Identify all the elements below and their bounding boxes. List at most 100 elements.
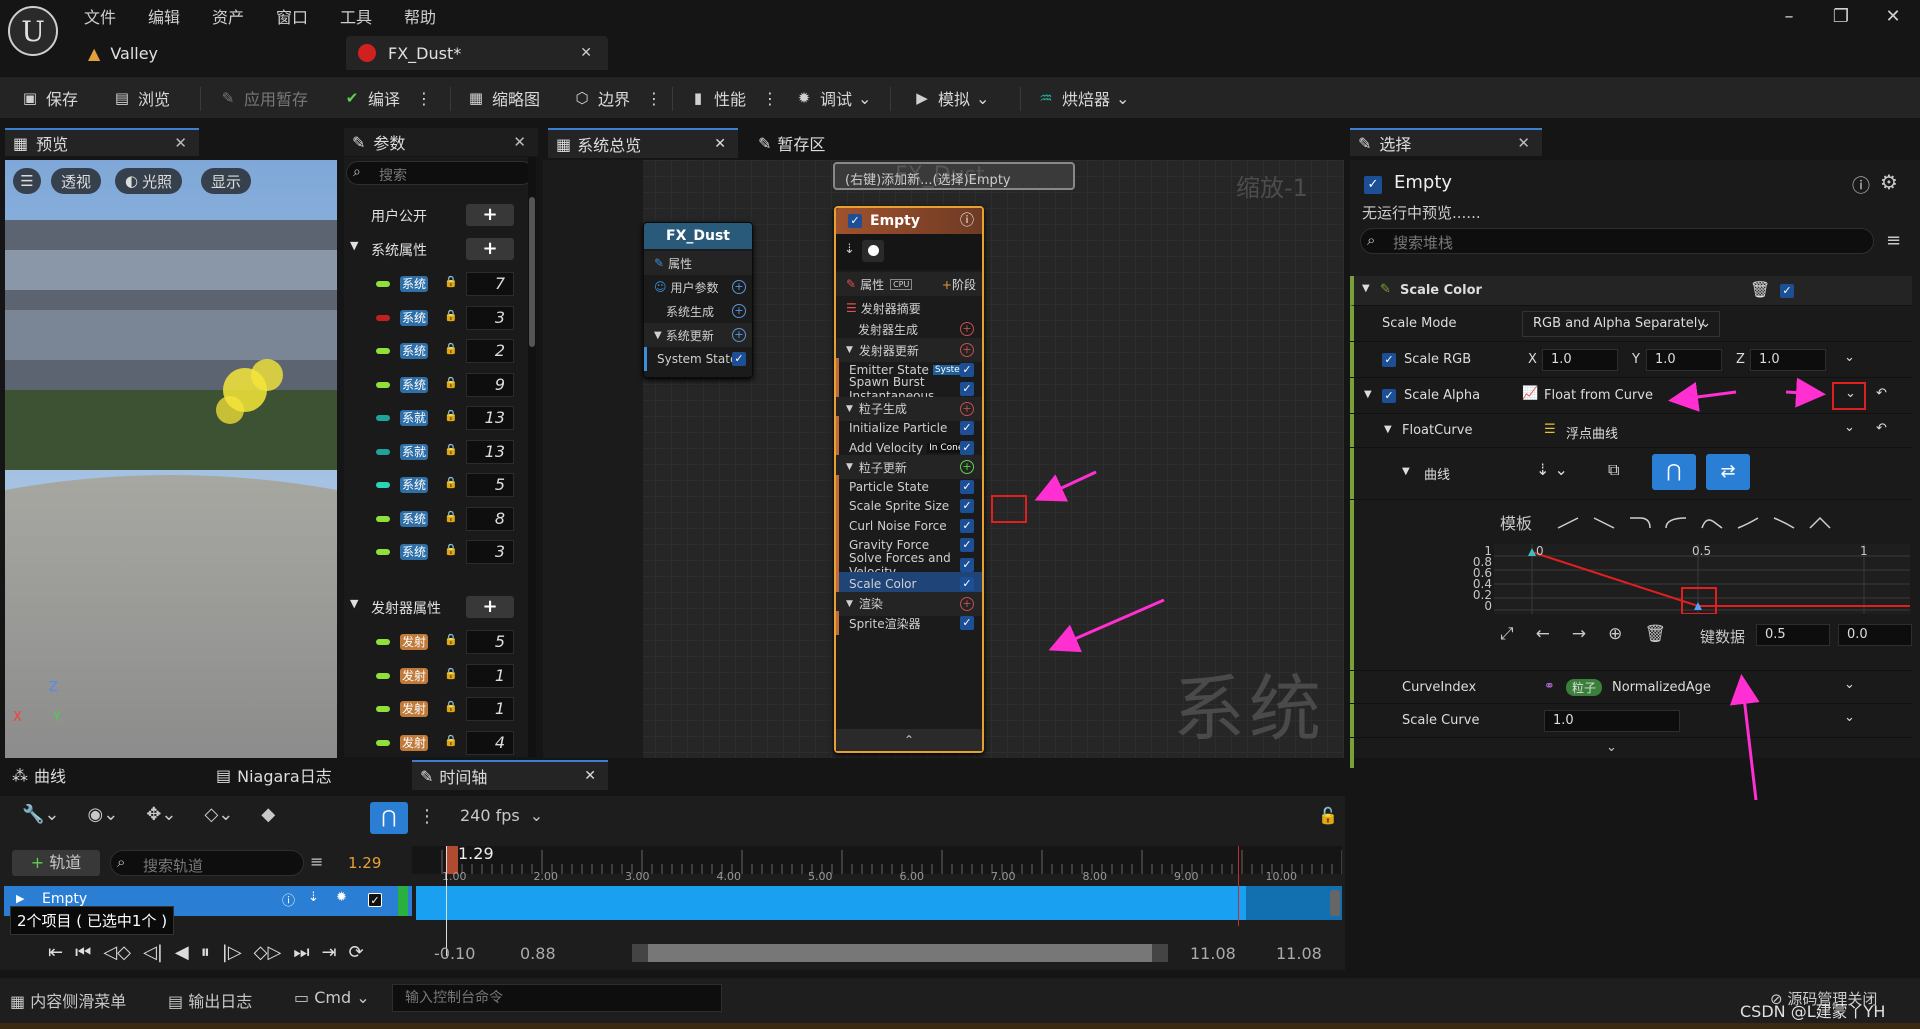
curve-index-value[interactable]: NormalizedAge — [1612, 680, 1711, 695]
debug-button[interactable]: ✹ 调试 ⌄ — [794, 85, 872, 111]
add-emitter-param-button[interactable]: + — [466, 596, 514, 618]
tab-timeline[interactable]: ✎ 时间轴 ✕ — [412, 760, 608, 790]
system-param-row[interactable]: 系统 🔒 8 — [344, 504, 536, 534]
baker-button[interactable]: ♒ 烘焙器 ⌄ — [1036, 85, 1129, 111]
add-module-icon[interactable]: + — [960, 343, 974, 357]
param-value[interactable]: 1 — [466, 663, 514, 688]
reverse-play-icon[interactable]: ◀ — [175, 942, 189, 963]
close-window-icon[interactable]: ✕ — [1878, 6, 1908, 27]
preview-tab[interactable]: ▦ 预览 ✕ — [5, 128, 199, 156]
bounds-button[interactable]: ⬡ 边界 ⋮ — [572, 85, 662, 111]
param-value[interactable]: 13 — [466, 406, 514, 430]
system-param-row[interactable]: 系统 🔒 3 — [344, 303, 536, 333]
pause-icon[interactable]: ⏸ — [201, 942, 210, 963]
range-end[interactable]: 11.08 — [1190, 944, 1236, 963]
system-state-row[interactable]: System State ✓ — [644, 347, 752, 371]
next-frame-icon[interactable]: ⏭ — [293, 942, 309, 963]
close-tab-icon[interactable]: ✕ — [580, 45, 592, 61]
params-scrollbar[interactable] — [528, 157, 536, 757]
emitter-attr-row[interactable]: ✎ 属性 CPU +阶段 — [836, 272, 982, 296]
menu-asset[interactable]: 资产 — [212, 4, 244, 28]
add-system-spawn-icon[interactable]: + — [732, 304, 746, 318]
module-checkbox[interactable]: ✓ — [960, 421, 974, 435]
open-external-icon[interactable]: ⧉ — [1608, 460, 1619, 480]
add-system-param-button[interactable]: + — [466, 238, 514, 260]
minimize-icon[interactable]: – — [1774, 6, 1804, 27]
compile-button[interactable]: ✔ 编译 ⋮ — [342, 85, 432, 111]
module-checkbox[interactable]: ✓ — [960, 382, 974, 396]
system-param-row[interactable]: 系统 🔒 2 — [344, 336, 536, 366]
step-back-icon[interactable]: ◁| — [143, 942, 163, 963]
rgb-z-input[interactable]: 1.0 — [1750, 349, 1826, 371]
module-checkbox[interactable]: ✓ — [960, 557, 974, 572]
curve-templates[interactable] — [1556, 512, 1856, 532]
browse-button[interactable]: ▤ 浏览 — [112, 85, 170, 111]
performance-options-icon[interactable]: ⋮ — [762, 89, 778, 108]
trash-icon[interactable]: 🗑 — [1750, 280, 1770, 299]
module-checkbox[interactable]: ✓ — [960, 577, 974, 591]
reset-icon[interactable]: ↶ — [1876, 421, 1887, 436]
curve-asset-icon[interactable]: ⇣ ⌄ — [1536, 460, 1568, 479]
snap-options-icon[interactable]: ⋮ — [418, 806, 436, 827]
params-search[interactable]: ⌕ 搜索 — [346, 161, 534, 185]
info-icon[interactable]: ⓘ — [1852, 172, 1870, 198]
viewport-menu-icon[interactable]: ☰ — [13, 168, 41, 194]
track-enable-checkbox[interactable]: ✓ — [368, 893, 382, 907]
tab-fx-dust[interactable]: FX_Dust* ✕ — [346, 36, 608, 70]
compile-options-icon[interactable]: ⋮ — [416, 89, 432, 108]
scale-color-header[interactable]: ▼ ✎ Scale Color 🗑 ✓ — [1350, 276, 1912, 306]
prev-key-icon[interactable]: ◁◇ — [103, 942, 131, 963]
filter-icon[interactable]: ≡ — [1886, 230, 1901, 251]
lighting-button[interactable]: ◐ 光照 — [115, 168, 183, 194]
expand-more-icon[interactable]: ⌄ — [1606, 740, 1617, 755]
module-checkbox[interactable]: ✓ — [960, 616, 974, 630]
add-stage-button[interactable]: +阶段 — [942, 276, 976, 293]
range-current[interactable]: 0.88 — [520, 944, 556, 963]
transform-icon[interactable]: ✥⌄ — [146, 804, 176, 825]
goto-start-icon[interactable]: ⇤ — [48, 942, 63, 963]
loop-icon[interactable]: ⟳ — [349, 942, 364, 963]
tab-niagara-log[interactable]: ▤ Niagara日志 — [208, 760, 408, 790]
add-user-param-button[interactable]: + — [466, 204, 514, 226]
curve-extrapolate-button[interactable]: ⇄ — [1706, 454, 1750, 490]
system-param-row[interactable]: 系统 🔒 3 — [344, 537, 536, 567]
add-module-icon[interactable]: + — [960, 401, 974, 416]
tab-curves[interactable]: ⁂ 曲线 — [4, 760, 204, 790]
module-checkbox[interactable]: ✓ — [960, 499, 974, 513]
system-param-row[interactable]: 系统 🔒 7 — [344, 269, 536, 299]
emitter-enable-checkbox[interactable]: ✓ — [1364, 176, 1382, 194]
param-value[interactable]: 8 — [466, 506, 514, 531]
param-value[interactable]: 3 — [466, 540, 514, 564]
show-button[interactable]: 显示 — [201, 168, 252, 194]
system-comment-box[interactable]: FX_Dust (右键)添加新...(选择)Empty — [833, 162, 1075, 190]
system-param-row[interactable]: 系统 🔒 9 — [344, 370, 536, 400]
scale-alpha-dropdown-button[interactable]: ⌄ — [1832, 382, 1866, 410]
scale-curve-input[interactable]: 1.0 — [1544, 710, 1680, 732]
rgb-y-input[interactable]: 1.0 — [1646, 349, 1722, 371]
selection-tab[interactable]: ✎ 选择 ✕ — [1350, 128, 1542, 156]
emitter-param-row[interactable]: 发射 🔒 1 — [344, 694, 536, 724]
system-state-checkbox[interactable]: ✓ — [732, 352, 746, 366]
system-attrs-header[interactable]: ▼ 系统属性 + — [344, 235, 536, 263]
emitter-param-row[interactable]: 发射 🔒 4 — [344, 728, 536, 758]
module-enable-checkbox[interactable]: ✓ — [1780, 284, 1794, 298]
emitter-enabled-checkbox[interactable]: ✓ — [848, 214, 862, 228]
range-start[interactable]: -0.10 — [434, 944, 475, 963]
tab-scratch[interactable]: ✎ 暂存区 — [750, 128, 900, 158]
system-node[interactable]: FX_Dust ✎ 属性 ☺ 用户参数 + 系统生成 + ▼ 系统更新 + System S… — [643, 222, 753, 378]
param-value[interactable]: 9 — [466, 372, 514, 397]
module-checkbox[interactable]: ✓ — [960, 440, 974, 455]
save-button[interactable]: ▣ 保存 — [20, 85, 78, 111]
collapse-node-icon[interactable]: ⌃ — [836, 729, 982, 751]
user-params-row[interactable]: ☺ 用户参数 + — [644, 275, 752, 299]
module-checkbox[interactable]: ✓ — [960, 479, 974, 494]
param-value[interactable]: 1 — [466, 697, 514, 721]
info-icon[interactable]: ⓘ — [960, 208, 974, 234]
module-checkbox[interactable]: ✓ — [960, 518, 974, 533]
close-overview-icon[interactable]: ✕ — [714, 136, 726, 152]
system-param-row[interactable]: 系就 🔒 13 — [344, 403, 536, 433]
menu-file[interactable]: 文件 — [84, 4, 116, 28]
param-value[interactable]: 2 — [466, 339, 514, 363]
track-search[interactable]: ⌕ 搜索轨道 — [110, 850, 304, 876]
range-end-total[interactable]: 11.08 — [1276, 944, 1322, 963]
